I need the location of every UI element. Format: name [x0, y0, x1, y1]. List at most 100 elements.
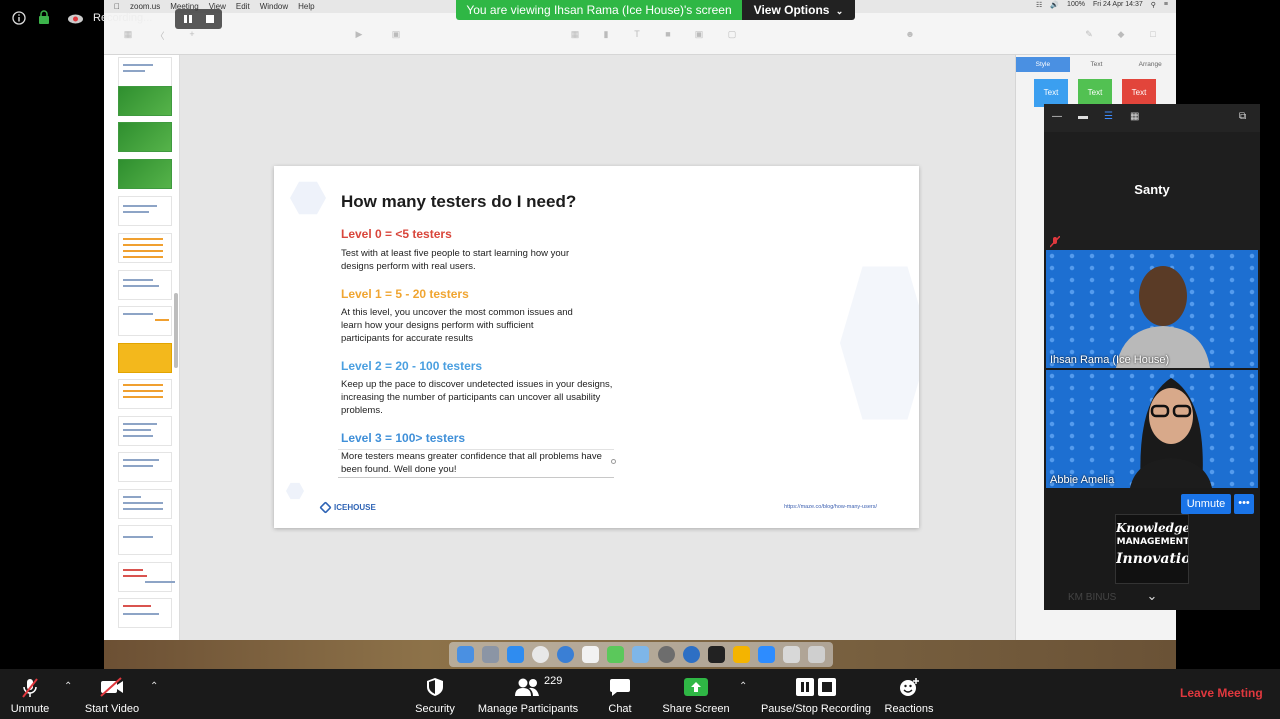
chrome-icon[interactable] [532, 646, 550, 663]
security-label: Security [415, 703, 455, 715]
menu-list-icon: ≡ [1163, 1, 1168, 8]
reactions-button[interactable]: Reactions [880, 669, 938, 719]
preview-icon[interactable] [632, 646, 650, 663]
app-store-icon[interactable] [507, 646, 525, 663]
exit-fullscreen-icon[interactable]: ⧉ [1239, 112, 1251, 122]
tab-style[interactable]: Style [1016, 57, 1070, 72]
info-icon[interactable] [12, 11, 26, 25]
share-options-caret[interactable]: ⌃ [739, 681, 747, 692]
settings-icon[interactable] [657, 646, 675, 663]
slide[interactable]: How many testers do I need? Level 0 = <5… [274, 166, 919, 528]
participants-count: 229 [544, 675, 563, 687]
trash-icon[interactable] [807, 646, 825, 663]
leave-meeting-button[interactable]: Leave Meeting [1180, 686, 1263, 700]
finder-icon[interactable] [457, 646, 475, 663]
icehouse-logo-text: ICEHOUSE [334, 503, 376, 512]
gallery-view-icon[interactable]: ▦ [1130, 112, 1142, 122]
start-video-button[interactable]: Start Video [82, 669, 142, 719]
slack-icon[interactable] [582, 646, 600, 663]
video-options-caret[interactable]: ⌃ [150, 681, 158, 692]
chat-bubble-icon [610, 679, 630, 696]
chat-button[interactable]: Chat [598, 669, 642, 719]
recording-cloud-icon [68, 14, 83, 24]
slide-navigator [104, 55, 180, 640]
navigator-scrollbar[interactable] [174, 293, 178, 368]
level-3-heading: Level 3 = 100> testers [341, 431, 466, 445]
more-options-button[interactable]: ••• [1234, 494, 1254, 514]
slide-thumbnail [118, 233, 172, 263]
slide-thumbnail [118, 270, 172, 300]
slide-thumbnail [118, 416, 172, 446]
participant-name: Santy [1134, 182, 1170, 197]
stop-recording-icon[interactable] [205, 14, 215, 24]
keynote-live-tool: ▣ [391, 29, 401, 39]
view-options-button[interactable]: View Options ⌄ [742, 0, 855, 20]
hexagon-decoration [840, 266, 919, 420]
gallery-toolbar: — ▬ ☰ ▦ ⧉ [1044, 104, 1260, 132]
vpn-icon[interactable] [682, 646, 700, 663]
wifi-icon: ☷ [1036, 2, 1043, 9]
level-1-heading: Level 1 = 5 - 20 testers [341, 287, 469, 301]
chat-label: Chat [608, 703, 632, 715]
text-style-swatch[interactable]: Text [1122, 79, 1156, 107]
menu-item-help: Help [292, 2, 314, 11]
terminal-icon[interactable] [707, 646, 725, 663]
pause-stop-recording-button[interactable]: Pause/Stop Recording [758, 669, 874, 719]
icehouse-logo-icon [319, 501, 332, 514]
chevron-down-icon[interactable]: ⌄ [1144, 588, 1160, 604]
keynote-icon[interactable] [732, 646, 750, 663]
start-video-label: Start Video [84, 703, 140, 715]
side-by-side-view-icon[interactable]: ☰ [1104, 112, 1116, 122]
zoom-status-area: Recording... [0, 0, 222, 36]
level-0-heading: Level 0 = <5 testers [341, 227, 452, 241]
slide-canvas: How many testers do I need? Level 0 = <5… [180, 55, 1015, 640]
logo-line-innovation: Innovation [1116, 551, 1188, 567]
shared-screen:  zoom.us Meeting View Edit Window Help … [104, 0, 1176, 669]
tab-arrange[interactable]: Arrange [1123, 57, 1176, 72]
menu-item-window: Window [253, 2, 288, 11]
level-1-text: At this level, you uncover the most comm… [341, 307, 573, 344]
pause-stop-icon [796, 678, 836, 696]
keynote-play-tool: ▶ [355, 29, 363, 39]
ask-to-unmute-button[interactable]: Unmute [1181, 494, 1231, 514]
participant-tile-santy[interactable]: Santy [1044, 132, 1260, 250]
messages-icon[interactable] [607, 646, 625, 663]
text-style-swatch[interactable]: Text [1078, 79, 1112, 107]
slide-thumbnail [118, 379, 172, 409]
tab-text[interactable]: Text [1070, 57, 1124, 72]
participant-video [1130, 378, 1212, 488]
share-screen-icon [684, 678, 708, 696]
share-screen-button[interactable]: Share Screen [660, 669, 732, 719]
manage-participants-button[interactable]: 229 Manage Participants [474, 669, 582, 719]
unmute-button[interactable]: Unmute [0, 669, 60, 719]
pause-recording-icon[interactable] [183, 14, 193, 24]
hexagon-decoration [290, 181, 326, 215]
view-options-label: View Options [753, 3, 830, 17]
encryption-lock-icon[interactable] [38, 10, 50, 25]
single-view-icon[interactable]: ▬ [1078, 112, 1090, 122]
level-2-text: Keep up the pace to discover undetected … [341, 379, 613, 416]
text-style-swatch[interactable]: Text [1034, 79, 1068, 107]
km-binus-self-view[interactable]: Knowledge MANAGEMENT Innovation [1115, 514, 1189, 584]
launchpad-icon[interactable] [482, 646, 500, 663]
menu-item-edit: Edit [229, 2, 250, 11]
participant-tile-ihsan[interactable]: Ihsan Rama (Ice House) [1046, 250, 1258, 368]
logo-line-knowledge: Knowledge [1116, 521, 1189, 535]
battery-percent: 100% [1067, 1, 1085, 8]
safari-icon[interactable] [557, 646, 575, 663]
audio-options-caret[interactable]: ⌃ [64, 681, 72, 692]
downloads-icon[interactable] [782, 646, 800, 663]
level-0-text: Test with at least five people to start … [341, 248, 570, 272]
reactions-label: Reactions [884, 703, 934, 715]
screen-sharing-banner: You are viewing Ihsan Rama (Ice House)'s… [456, 0, 742, 20]
inspector-tabs: Style Text Arrange [1016, 57, 1176, 72]
slide-source-url: https://maze.co/blog/how-many-users/ [784, 504, 877, 510]
level-2-heading: Level 2 = 20 - 100 testers [341, 359, 483, 373]
zoom-icon[interactable] [757, 646, 775, 663]
security-button[interactable]: Security [408, 669, 462, 719]
hexagon-decoration [286, 482, 304, 500]
participant-tile-abbie[interactable]: Abbie Amelia [1046, 370, 1258, 488]
minimize-icon[interactable]: — [1052, 112, 1064, 122]
menu-clock: Fri 24 Apr 14:37 [1092, 1, 1143, 8]
volume-icon: 🔊 [1050, 2, 1060, 9]
